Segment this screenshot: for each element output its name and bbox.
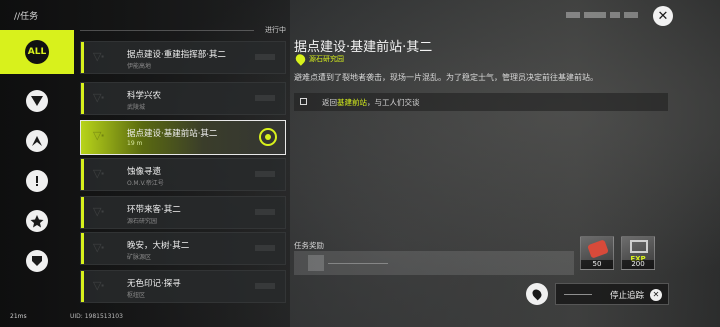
quest-item[interactable]: ▽· 科学兴农 武陵城 [80, 82, 286, 115]
tracking-target-icon[interactable] [259, 128, 277, 146]
category-tab-v[interactable] [0, 81, 74, 121]
reward-item-exp[interactable]: EXP 200 [621, 236, 655, 270]
reward-strip [294, 251, 574, 275]
red-gem-icon [587, 239, 609, 259]
quest-logo-icon: ▽· [93, 91, 105, 104]
objective-row: 返回基建前站，与工人们交谈 [294, 93, 668, 111]
close-icon: ✕ [657, 8, 669, 24]
list-section-header: 进行中 [80, 25, 286, 35]
quest-logo-icon: ▽· [93, 167, 105, 180]
top-decoration [566, 11, 646, 19]
category-star-icon [26, 210, 48, 232]
category-exclaim-icon [26, 170, 48, 192]
quest-description: 避难点遭到了裂地者袭击，现场一片混乱。为了稳定士气，管理员决定前往基建前站。 [294, 73, 598, 82]
quest-item-selected[interactable]: ▽· 据点建设·基建前站·其二 19 m [80, 120, 286, 155]
location-pin-icon [293, 52, 308, 66]
quest-marker [81, 197, 84, 228]
reward-cube-icon [308, 255, 324, 271]
quest-name: 据点建设·重建指挥部·其二 [127, 50, 226, 60]
category-sidebar: ALL [0, 30, 74, 281]
quest-logo-icon: ▽· [93, 241, 105, 254]
stop-tracking-button[interactable]: 停止追踪 ✕ [555, 283, 669, 305]
quest-name: 蚀像寻遗 [127, 167, 162, 177]
quest-tag [255, 283, 275, 289]
page-title: //任务 [14, 12, 39, 22]
category-shield-icon [26, 250, 48, 272]
quest-tag [255, 209, 275, 215]
arrow-line-icon [564, 294, 592, 295]
stop-tracking-label: 停止追踪 [610, 291, 645, 301]
reward-line [328, 263, 388, 264]
objective-suffix: ，与工人们交谈 [367, 98, 420, 107]
quest-tag [255, 95, 275, 101]
exp-cube-icon [630, 240, 648, 253]
category-v-icon [26, 90, 48, 112]
reward-label: 任务奖励 [294, 241, 324, 250]
quest-location: 伊能高地 [127, 63, 152, 70]
objective-prefix: 返回 [322, 98, 337, 107]
quest-logo-icon: ▽· [93, 129, 105, 142]
quest-marker [81, 83, 84, 114]
quest-detail-title: 据点建设·基建前站·其二 [294, 40, 433, 55]
quest-location: 矿脉源区 [127, 254, 152, 261]
quest-name: 科学兴农 [127, 91, 162, 101]
section-divider [80, 30, 254, 31]
quest-item[interactable]: ▽· 蚀像寻遗 O.M.V.帝江号 [80, 158, 286, 191]
quest-marker [81, 159, 84, 190]
category-tab-splash[interactable] [0, 121, 74, 161]
objective-text: 返回基建前站，与工人们交谈 [322, 97, 420, 108]
location-name: 源石研究园 [309, 55, 344, 63]
quest-marker [81, 42, 84, 73]
category-tab-star[interactable] [0, 201, 74, 241]
quest-location: 源石研究园 [127, 218, 158, 225]
category-tab-shield[interactable] [0, 241, 74, 281]
quest-name: 晚安，大树·其二 [127, 241, 190, 251]
quest-tag [255, 245, 275, 251]
map-pin-icon [530, 287, 544, 301]
quest-tag [255, 54, 275, 60]
quest-location: 武陵城 [127, 104, 146, 111]
close-button[interactable]: ✕ [653, 6, 673, 26]
quest-item[interactable]: ▽· 晚安，大树·其二 矿脉源区 [80, 232, 286, 265]
objective-checkbox-icon [300, 98, 307, 105]
ping-indicator: 21ms [10, 313, 27, 320]
quest-marker [81, 233, 84, 264]
section-label: 进行中 [265, 26, 286, 34]
objective-highlight: 基建前站 [337, 98, 367, 107]
quest-location: 枢纽区 [127, 292, 146, 299]
quest-item[interactable]: ▽· 环带来客·其二 源石研究园 [80, 196, 286, 229]
close-icon: ✕ [650, 289, 662, 301]
quest-detail-location: 源石研究园 [293, 52, 344, 66]
quest-logo-icon: ▽· [93, 205, 105, 218]
uid-label: UID: 1981513103 [70, 313, 123, 320]
quest-item[interactable]: ▽· 无色印记·探寻 枢纽区 [80, 270, 286, 303]
quest-name: 环带来客·其二 [127, 205, 181, 215]
quest-name: 据点建设·基建前站·其二 [127, 129, 218, 139]
quest-item[interactable]: ▽· 据点建设·重建指挥部·其二 伊能高地 [80, 41, 286, 74]
category-splash-icon [26, 130, 48, 152]
quest-distance: 19 m [127, 140, 143, 147]
category-all-tab[interactable]: ALL [0, 30, 74, 74]
map-button[interactable] [526, 283, 548, 305]
reward-item-gem[interactable]: 50 [580, 236, 614, 270]
quest-tag [255, 171, 275, 177]
reward-quantity: 50 [581, 260, 613, 269]
quest-logo-icon: ▽· [93, 279, 105, 292]
quest-name: 无色印记·探寻 [127, 279, 181, 289]
quest-location: O.M.V.帝江号 [127, 180, 164, 187]
category-all-label: ALL [25, 40, 49, 64]
quest-marker [81, 271, 84, 302]
category-tab-exclaim[interactable] [0, 161, 74, 201]
reward-quantity: 200 [622, 260, 654, 269]
quest-logo-icon: ▽· [93, 50, 105, 63]
